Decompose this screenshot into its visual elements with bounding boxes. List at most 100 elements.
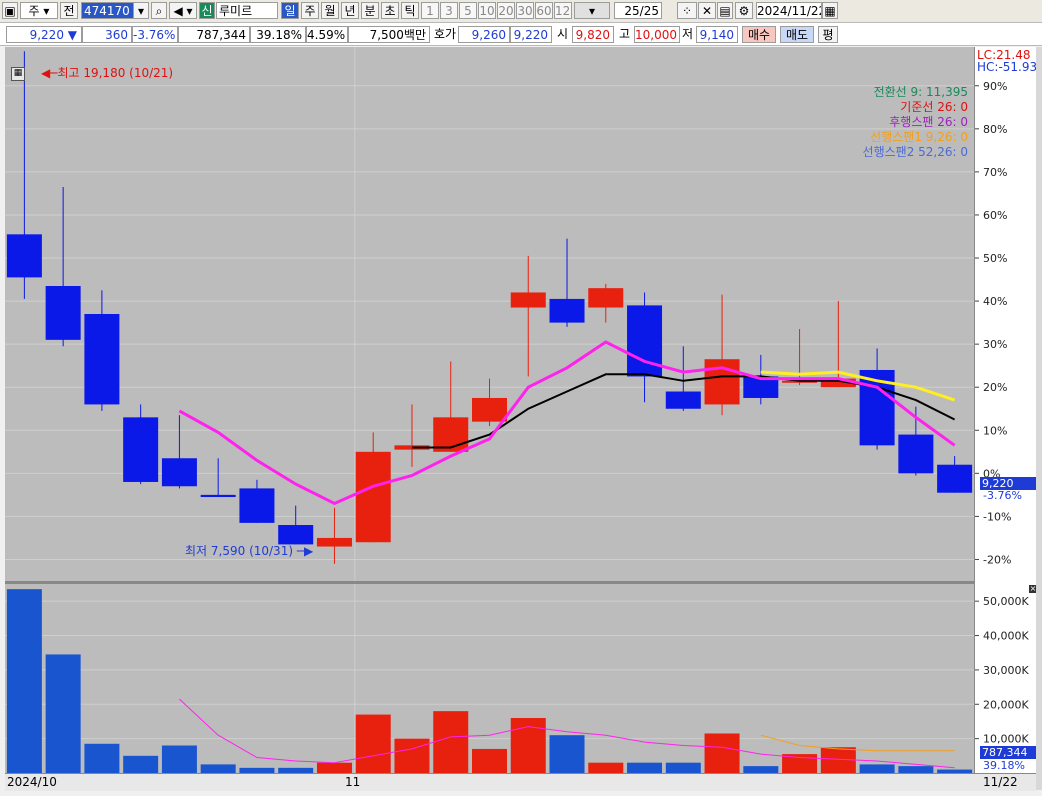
candle-body [6,234,42,278]
tick-label: 40,000K [983,630,1029,643]
current-price-value: 9,220 [29,28,64,42]
price-change: 360 [82,26,132,43]
avg-button[interactable]: 평 [818,26,838,43]
interval-30-button[interactable]: 30 [516,2,534,19]
axis-ticks: 90%80%70%60%50%40%30%20%10%0%-10%-20%50,… [975,80,1029,746]
tick-label: -20% [983,553,1011,566]
legend-senkou2: 선행스팬2 52,26: 0 [862,145,968,159]
interval-10-button[interactable]: 10 [478,2,496,19]
candle-body [45,286,81,340]
max-price-label: 최고 19,180 (10/21) [57,66,174,80]
scrollbar[interactable] [1036,47,1042,790]
min-price-annotation: 최저 7,590 (10/31) ─▶ [185,544,314,558]
legend-kijun: 기준선 26: 0 [900,100,968,114]
tick-label: 70% [983,166,1007,179]
interval-1-button[interactable]: 1 [421,2,439,19]
interval-custom-select[interactable]: ▾ [574,2,610,19]
price-axis: LC:21.48 HC:-51.93 90% 80% 70% 60% 50% 40% 30%… [974,47,1040,773]
ask-price: 9,260 [458,26,510,43]
candle-body [898,434,934,474]
chevron-down-icon[interactable]: ▾ [133,2,149,19]
candlestick-chart [5,47,974,581]
max-price-annotation: ◀─최고 19,180 (10/21) [41,66,174,80]
volume-ratio-tag: 39.18% [983,759,1025,772]
window-icon[interactable]: ▣ [2,2,18,19]
crosshair-icon[interactable]: ✕ [698,2,716,19]
candle-body [316,537,352,547]
speaker-icon[interactable]: ◀ ▾ [169,2,197,19]
current-price: 9,220 ▼ [6,26,82,43]
candle-body [239,488,275,523]
tick-label: 20% [983,381,1007,394]
quote-bar: 9,220 ▼ 360 -3.76% 787,344 39.18% 4.59% … [0,23,1042,46]
save-icon[interactable]: ▤ [717,2,733,19]
tick-label: 40% [983,295,1007,308]
current-volume-tag: 787,344 [980,746,1038,759]
volume-bar [898,766,934,773]
grid-icon[interactable]: ⁘ [677,2,697,19]
date-input[interactable]: 2024/11/22 [756,2,822,19]
volume-panel[interactable] [5,584,974,773]
interval-60-button[interactable]: 60 [535,2,553,19]
open-label: 시 [557,27,569,41]
bid-price: 9,220 [510,26,552,43]
interval-120-button[interactable]: 120 [554,2,572,19]
panel-divider[interactable] [5,581,1036,584]
price-panel[interactable]: ▦ ◀─최고 19,180 (10/21) 최저 7,590 (10/31) ─… [5,47,974,581]
interval-20-button[interactable]: 20 [497,2,515,19]
volume-bar [316,762,352,773]
search-icon[interactable]: ⌕ [151,2,167,19]
period-tick-button[interactable]: 틱 [401,2,419,19]
new-listing-badge: 신 [199,2,215,19]
price-change-pct: -3.76% [132,26,178,43]
ichimoku-legend: 전환선 9: 11,395 기준선 26: 0 후행스팬 26: 0 선행스팬1… [863,85,968,160]
tick-label: -10% [983,510,1011,523]
prev-button[interactable]: 전 [60,2,78,19]
tick-label: 50,000K [983,595,1029,608]
candle-body [123,417,159,482]
period-second-button[interactable]: 초 [381,2,399,19]
market-select[interactable]: 주 ▾ [20,2,58,19]
buy-button[interactable]: 매수 [742,26,776,43]
period-yearly-button[interactable]: 년 [341,2,359,19]
volume-ratio: 39.18% [250,26,306,43]
volume-chart [5,584,974,773]
volume-bar [704,733,740,773]
stock-name: 루미르 [216,2,278,19]
volume-ma2-line [760,734,955,752]
volume-bar [549,735,585,773]
volume-bar [859,764,895,773]
open-price: 9,820 [572,26,614,43]
interval-3-button[interactable]: 3 [440,2,458,19]
gear-icon[interactable]: ⚙ [735,2,753,19]
candle-body [549,298,585,323]
candle-body [588,288,624,308]
table-toggle-icon[interactable]: ▦ [11,67,25,81]
calendar-icon[interactable]: ▦ [822,2,838,19]
sell-button[interactable]: 매도 [780,26,814,43]
period-weekly-button[interactable]: 주 [301,2,319,19]
quote-label: 호가 [434,27,457,41]
tick-label: 50% [983,252,1007,265]
volume-bar [6,589,42,773]
volume-bar [84,743,120,773]
count-input[interactable]: 25/25 [614,2,662,19]
market-label: 주 [28,4,40,18]
tick-label: 30,000K [983,664,1029,677]
legend-chikou: 후행스팬 26: 0 [889,115,968,129]
volume-bar [743,766,779,773]
period-monthly-button[interactable]: 월 [321,2,339,19]
volume-bar [123,755,159,773]
volume-bar [588,762,624,773]
interval-5-button[interactable]: 5 [459,2,477,19]
legend-senkou1: 선행스팬1 9,26: 0 [870,130,968,144]
volume-bar [627,762,663,773]
candle-body [161,458,197,487]
candle-body [200,494,236,498]
period-daily-button[interactable]: 일 [281,2,299,19]
min-price-label: 최저 7,590 (10/31) [185,544,294,558]
tick-label: 30% [983,338,1007,351]
period-minute-button[interactable]: 분 [361,2,379,19]
candle-body [510,292,546,308]
volume-bar [394,738,430,773]
